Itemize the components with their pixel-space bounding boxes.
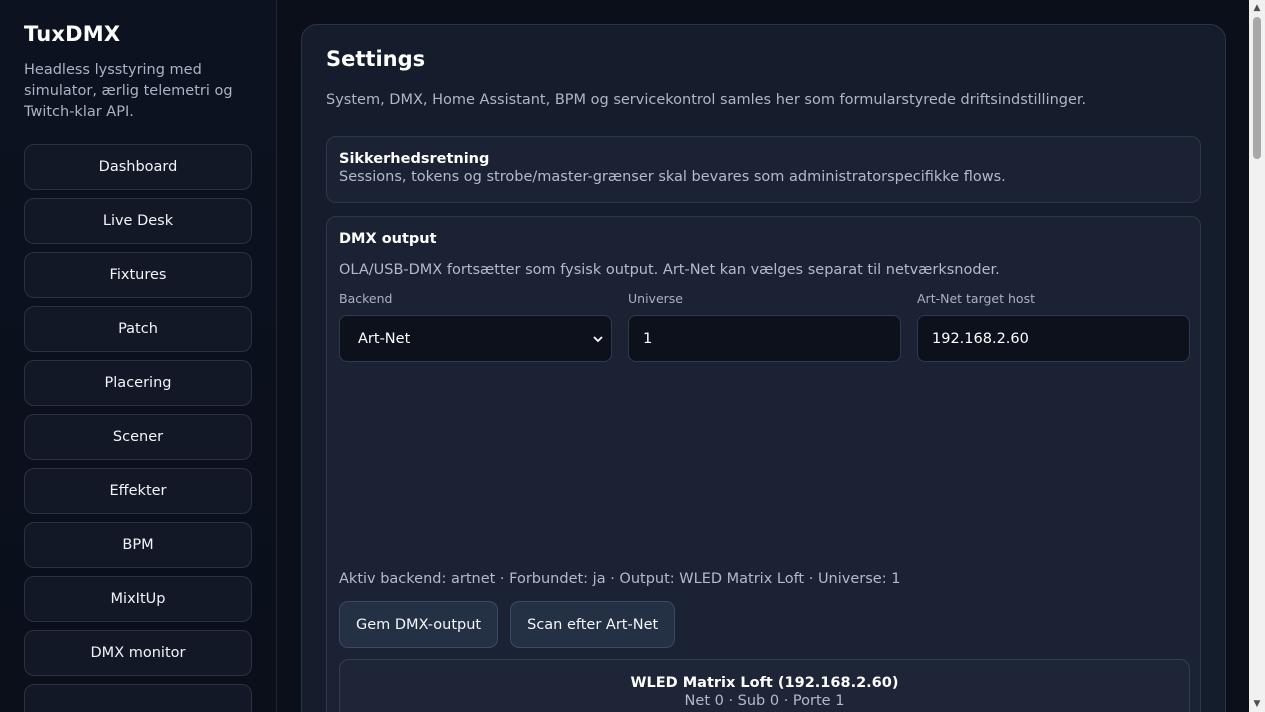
settings-panel: Settings System, DMX, Home Assistant, BP… [301,24,1226,712]
sidebar-item-patch[interactable]: Patch [24,306,252,352]
universe-field: Universe 1 [628,291,901,362]
chevron-down-icon [593,332,603,346]
app-tagline: Headless lysstyring med simulator, ærlig… [24,62,233,120]
scroll-up-icon[interactable]: ▲ [1249,0,1265,16]
sidebar: TuxDMX Headless lysstyring med simulator… [0,0,277,712]
sidebar-item-scener[interactable]: Scener [24,414,252,460]
sidebar-item-dmx-monitor[interactable]: DMX monitor [24,630,252,676]
sidebar-item-live-desk[interactable]: Live Desk [24,198,252,244]
sidebar-item-bpm[interactable]: BPM [24,522,252,568]
page-description: System, DMX, Home Assistant, BPM og serv… [326,92,1087,108]
backend-field: Backend Art-Net [339,291,612,362]
scan-artnet-button[interactable]: Scan efter Art-Net [510,601,676,648]
universe-input[interactable]: 1 [628,315,901,362]
page-title: Settings [326,47,426,71]
target-host-label: Art-Net target host [917,291,1035,306]
universe-label: Universe [628,291,683,306]
sidebar-nav: Dashboard Live Desk Fixtures Patch Place… [24,144,252,712]
save-dmx-output-button[interactable]: Gem DMX-output [339,601,499,648]
dmx-output-title: DMX output [339,231,437,247]
dmx-fields: Backend Art-Net Universe 1 Art-Net targe… [339,291,1190,362]
sidebar-item-placering[interactable]: Placering [24,360,252,406]
sidebar-item-fixtures[interactable]: Fixtures [24,252,252,298]
sidebar-item-mixitup[interactable]: MixItUp [24,576,252,622]
main-content: Settings System, DMX, Home Assistant, BP… [277,0,1249,712]
scrollbar-thumb[interactable] [1253,17,1261,159]
security-notice: Sikkerhedsretning Sessions, tokens og st… [326,136,1201,203]
backend-label: Backend [339,291,393,306]
sidebar-item-partial[interactable] [24,684,252,712]
node-name: WLED Matrix Loft (192.168.2.60) [630,675,899,691]
dmx-status-text: Aktiv backend: artnet · Forbundet: ja · … [339,571,901,587]
notice-text: Sessions, tokens og strobe/master-grænse… [339,169,1006,185]
target-host-field: Art-Net target host 192.168.2.60 [917,291,1190,362]
backend-select[interactable]: Art-Net [339,315,612,362]
app-brand: TuxDMX [24,22,121,46]
artnet-node-card[interactable]: WLED Matrix Loft (192.168.2.60) Net 0 · … [339,659,1190,712]
sidebar-item-dashboard[interactable]: Dashboard [24,144,252,190]
notice-title: Sikkerhedsretning [339,151,490,167]
scroll-down-icon[interactable]: ▼ [1249,696,1265,712]
dmx-output-description: OLA/USB-DMX fortsætter som fysisk output… [339,262,1000,278]
page-scrollbar[interactable]: ▲ ▼ [1249,0,1265,712]
target-host-input[interactable]: 192.168.2.60 [917,315,1190,362]
sidebar-item-effekter[interactable]: Effekter [24,468,252,514]
dmx-actions: Gem DMX-output Scan efter Art-Net [339,601,676,648]
node-meta: Net 0 · Sub 0 · Porte 1 [684,693,845,709]
backend-value: Art-Net [358,330,411,347]
